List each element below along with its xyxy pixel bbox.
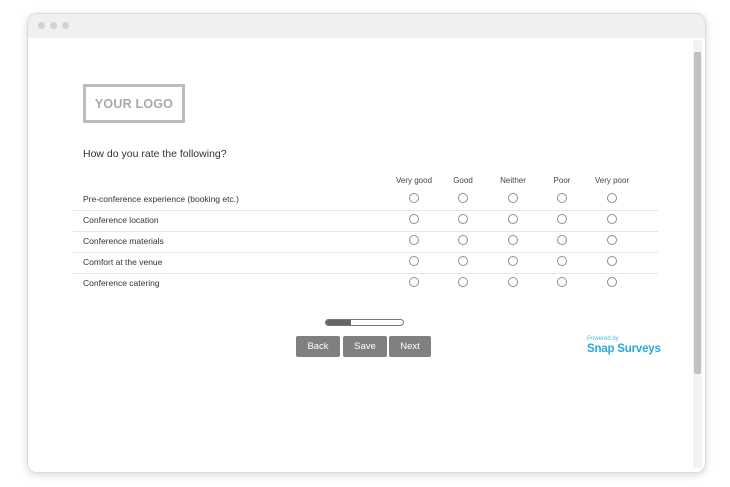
radio-row5-neither[interactable] — [508, 277, 518, 287]
radio-row3-poor[interactable] — [557, 235, 567, 245]
row-label-comfort: Comfort at the venue — [83, 257, 163, 267]
browser-window: YOUR LOGO How do you rate the following?… — [27, 13, 706, 473]
back-button[interactable]: Back — [296, 336, 340, 357]
row-divider — [73, 231, 658, 232]
radio-row3-very-good[interactable] — [409, 235, 419, 245]
row-label-catering: Conference catering — [83, 278, 160, 288]
radio-row1-very-good[interactable] — [409, 193, 419, 203]
next-button[interactable]: Next — [389, 336, 431, 357]
progress-bar — [325, 319, 404, 326]
row-divider — [73, 273, 658, 274]
radio-row2-neither[interactable] — [508, 214, 518, 224]
radio-row5-very-poor[interactable] — [607, 277, 617, 287]
window-titlebar — [28, 14, 705, 38]
scrollbar-thumb[interactable] — [694, 52, 701, 374]
question-text: How do you rate the following? — [83, 148, 227, 160]
radio-row2-very-good[interactable] — [409, 214, 419, 224]
radio-row1-good[interactable] — [458, 193, 468, 203]
radio-row4-good[interactable] — [458, 256, 468, 266]
column-header-very-poor: Very poor — [594, 176, 630, 185]
radio-row5-poor[interactable] — [557, 277, 567, 287]
radio-row2-good[interactable] — [458, 214, 468, 224]
window-dot-close[interactable] — [38, 22, 45, 29]
radio-row1-neither[interactable] — [508, 193, 518, 203]
radio-row2-poor[interactable] — [557, 214, 567, 224]
radio-row2-very-poor[interactable] — [607, 214, 617, 224]
progress-bar-fill — [326, 320, 352, 325]
row-divider — [73, 210, 658, 211]
row-label-pre-conference: Pre-conference experience (booking etc.) — [83, 194, 239, 204]
radio-row4-very-good[interactable] — [409, 256, 419, 266]
row-label-materials: Conference materials — [83, 236, 164, 246]
window-dot-minimize[interactable] — [50, 22, 57, 29]
radio-row3-neither[interactable] — [508, 235, 518, 245]
radio-row5-very-good[interactable] — [409, 277, 419, 287]
powered-by-text: Powered by — [587, 336, 619, 342]
radio-row4-poor[interactable] — [557, 256, 567, 266]
row-label-location: Conference location — [83, 215, 159, 225]
radio-row1-very-poor[interactable] — [607, 193, 617, 203]
radio-row1-poor[interactable] — [557, 193, 567, 203]
radio-row3-very-poor[interactable] — [607, 235, 617, 245]
window-dot-maximize[interactable] — [62, 22, 69, 29]
save-button[interactable]: Save — [343, 336, 387, 357]
radio-row4-very-poor[interactable] — [607, 256, 617, 266]
radio-row3-good[interactable] — [458, 235, 468, 245]
radio-row4-neither[interactable] — [508, 256, 518, 266]
radio-row5-good[interactable] — [458, 277, 468, 287]
snap-surveys-logo[interactable]: Snap Surveys — [587, 343, 661, 355]
logo-placeholder: YOUR LOGO — [83, 84, 185, 123]
row-divider — [73, 252, 658, 253]
